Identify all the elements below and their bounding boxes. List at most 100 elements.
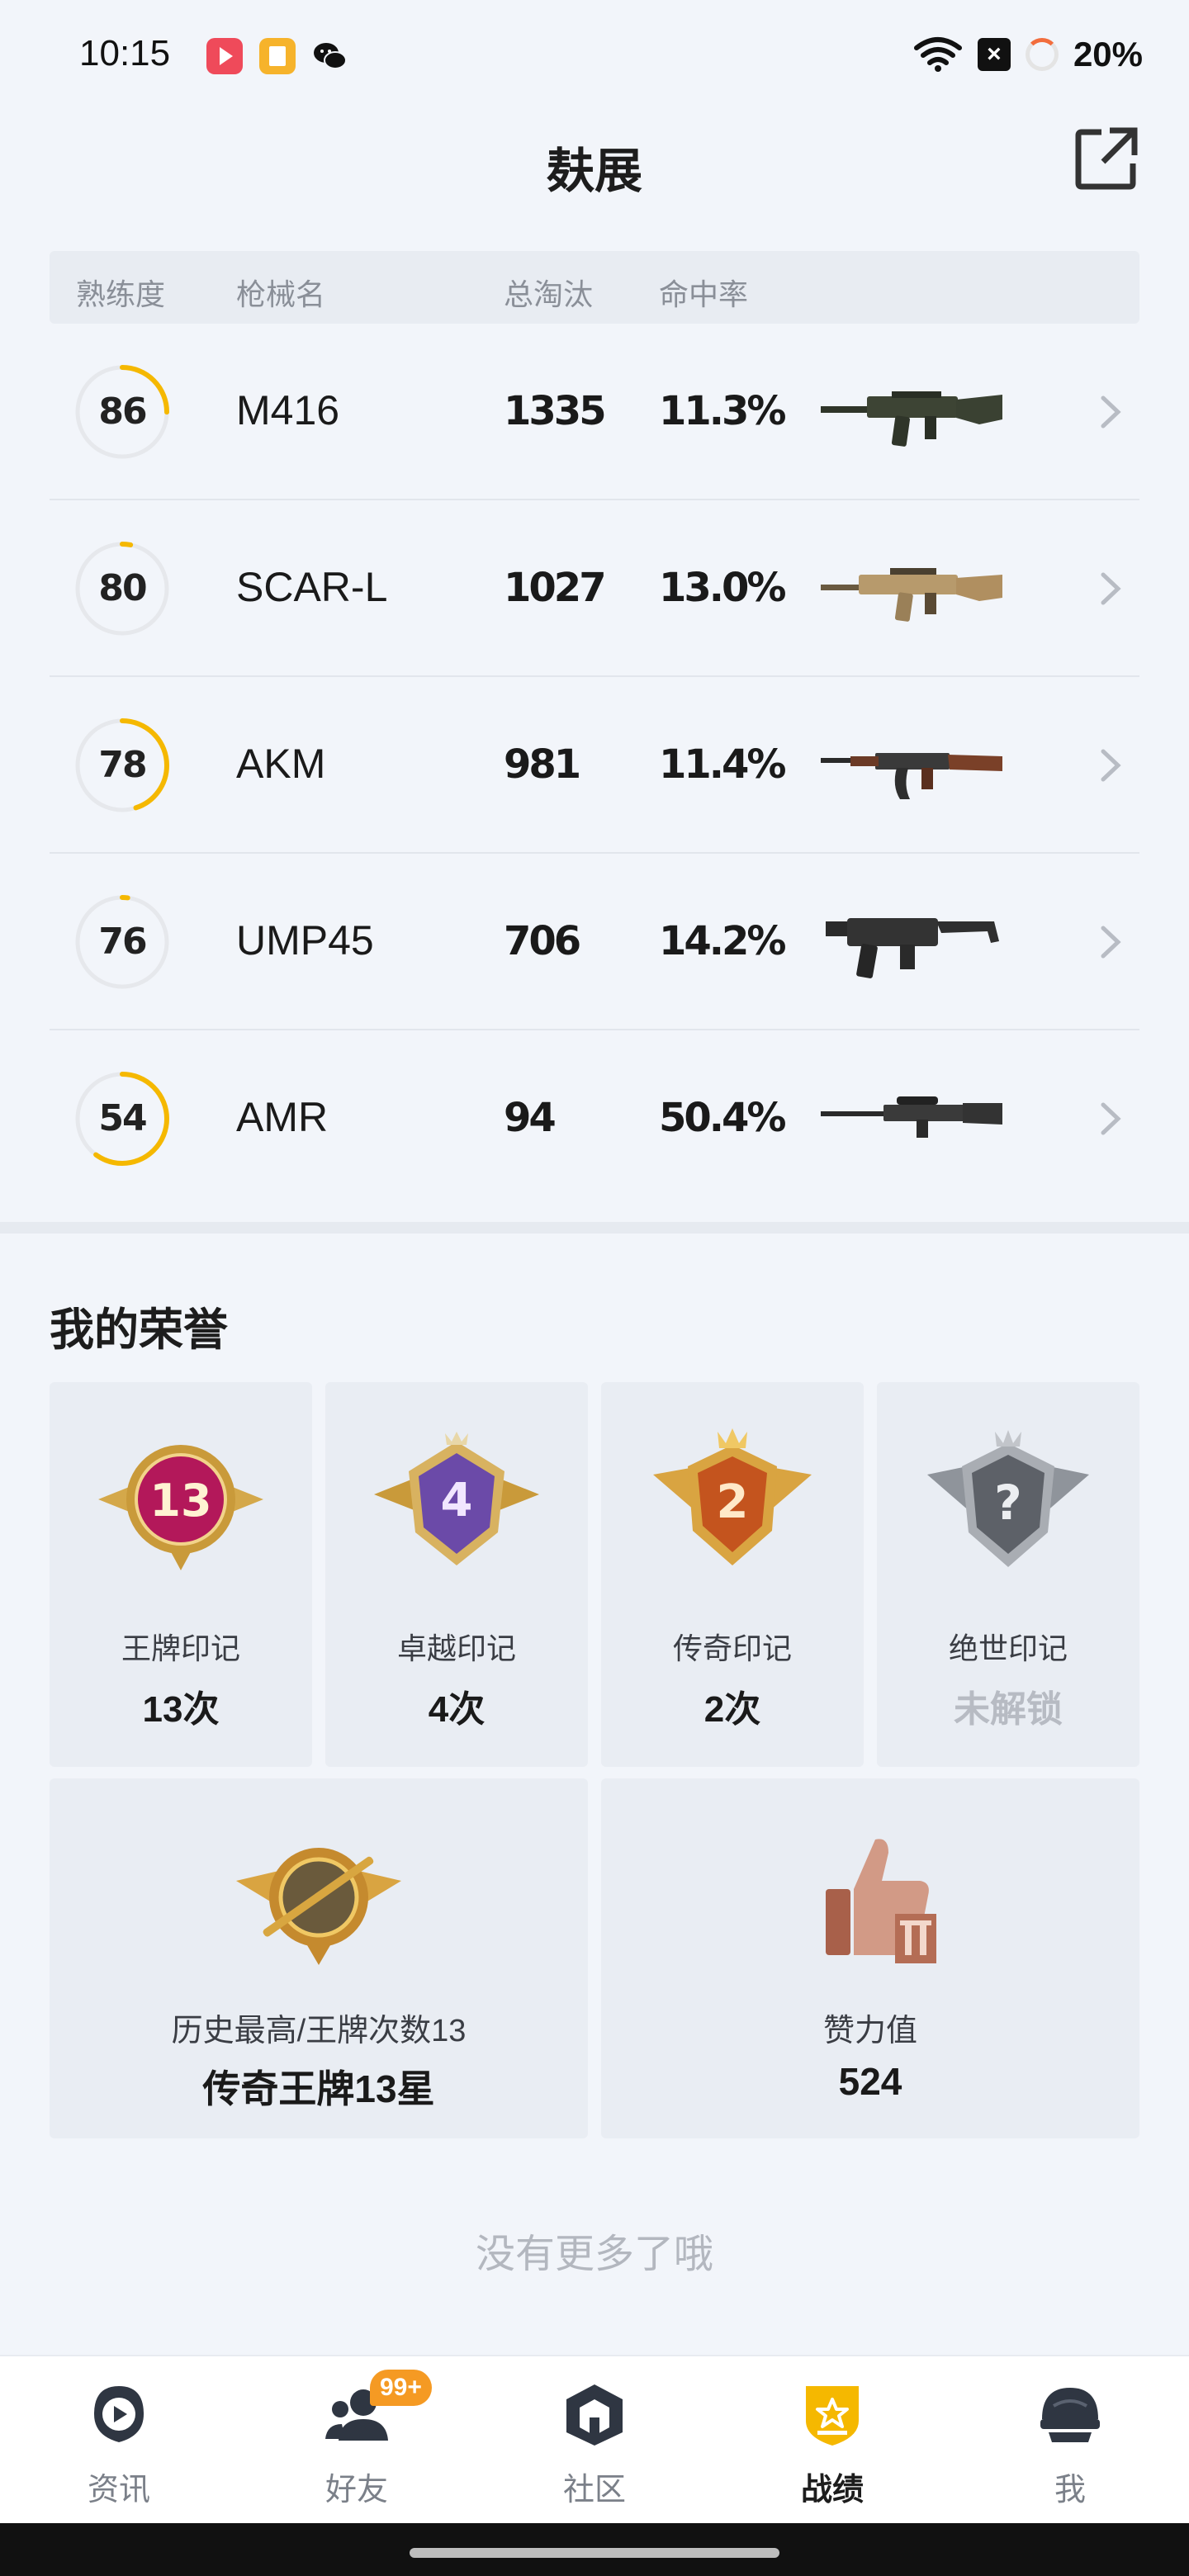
medal-badge-number: 13	[149, 1475, 211, 1527]
medal-count: 4次	[428, 1689, 486, 1730]
likes-card[interactable]: 赞力值 524	[601, 1778, 1139, 2138]
excellence-mark-medal-icon: 4	[374, 1432, 539, 1565]
bottom-nav: 资讯 99+ 好友 社区 战绩 我	[0, 2355, 1189, 2523]
medal-card[interactable]: 13 王牌印记 13次	[50, 1382, 312, 1767]
profile-helmet-icon	[1040, 2388, 1100, 2442]
medal-badge-number: ?	[994, 1475, 1022, 1531]
wechat-icon	[312, 38, 348, 74]
legend-mark-medal-icon: 2	[653, 1428, 812, 1565]
record-shield-icon	[806, 2386, 859, 2446]
ace-mark-medal-icon: 13	[98, 1445, 263, 1570]
nav-label: 资讯	[87, 2473, 150, 2507]
weapon-row[interactable]: 76 UMP45 706 14.2%	[50, 854, 1139, 1030]
gun-name: AMR	[236, 1094, 329, 1140]
gun-accuracy: 11.4%	[659, 741, 787, 788]
gun-accuracy: 50.4%	[659, 1095, 787, 1141]
chevron-right-icon	[1101, 926, 1121, 959]
nav-community[interactable]: 社区	[476, 2356, 713, 2525]
mastery-value: 78	[98, 744, 147, 786]
wifi-icon	[913, 37, 962, 72]
medal-grid: 13 王牌印记 13次 4 卓越印记 4次 2 传奇印记 2次 ? 绝世印记 未…	[50, 1382, 1139, 1767]
gun-kills: 94	[504, 1095, 557, 1141]
friends-badge: 99+	[370, 2370, 432, 2406]
chevron-right-icon	[1101, 749, 1121, 782]
medal-badge-number: 4	[441, 1474, 473, 1527]
mastery-value: 54	[98, 1097, 147, 1139]
news-play-icon	[94, 2386, 144, 2442]
weapon-row[interactable]: 80 SCAR-L 1027 13.0%	[50, 500, 1139, 677]
nav-label: 我	[1054, 2473, 1086, 2507]
gun-name: UMP45	[236, 917, 374, 964]
medal-card[interactable]: 2 传奇印记 2次	[601, 1382, 864, 1767]
gun-kills: 981	[504, 741, 581, 788]
no-sim-icon: ×	[977, 38, 1011, 71]
nav-label: 好友	[324, 2473, 388, 2507]
mastery-ring: 78	[73, 716, 172, 815]
weapon-table-header: 熟练度 枪械名 总淘汰 命中率	[50, 251, 1139, 324]
chevron-right-icon	[1101, 395, 1121, 429]
weapon-row[interactable]: 78 AKM 981 11.4%	[50, 677, 1139, 854]
chevron-right-icon	[1101, 1102, 1121, 1135]
mastery-ring: 54	[73, 1069, 172, 1168]
gun-kills: 1335	[504, 388, 607, 434]
highest-rank-medal-icon	[236, 1848, 401, 1965]
mastery-value: 76	[98, 921, 147, 963]
nav-news[interactable]: 资讯	[0, 2356, 238, 2525]
reader-app-icon	[259, 38, 296, 74]
m416-rifle-icon	[821, 391, 1002, 447]
nav-record[interactable]: 战绩	[713, 2356, 951, 2525]
medal-card[interactable]: 4 卓越印记 4次	[325, 1382, 588, 1767]
status-time: 10:15	[79, 33, 171, 73]
medal-count: 2次	[703, 1689, 761, 1730]
thumbs-up-icon	[826, 1839, 936, 1963]
video-app-icon	[206, 38, 243, 74]
highest-rank-value: 传奇王牌13星	[202, 2067, 435, 2110]
header-mastery: 熟练度	[76, 277, 166, 311]
scar-l-rifle-icon	[821, 568, 1002, 622]
ump45-smg-icon	[826, 918, 999, 978]
mastery-ring: 80	[73, 539, 172, 638]
likes-value: 524	[838, 2060, 902, 2103]
honors-title: 我的荣誉	[50, 1305, 228, 1355]
header-accuracy: 命中率	[659, 277, 749, 311]
honor-stats: 历史最高/王牌次数13 传奇王牌13星 赞力值 524	[50, 1778, 1139, 2138]
gun-accuracy: 11.3%	[659, 388, 787, 434]
battery-level: 20%	[1073, 35, 1143, 73]
header-kills: 总淘汰	[504, 277, 594, 311]
gun-accuracy: 14.2%	[659, 918, 787, 964]
medal-name: 绝世印记	[948, 1631, 1068, 1665]
medal-count: 未解锁	[954, 1689, 1063, 1730]
chevron-right-icon	[1101, 572, 1121, 605]
mastery-ring: 76	[73, 893, 172, 992]
nav-label: 战绩	[800, 2473, 864, 2507]
nav-label: 社区	[562, 2473, 626, 2507]
peerless-mark-medal-icon: ?	[927, 1430, 1089, 1567]
gun-name: SCAR-L	[236, 564, 388, 610]
nav-friends[interactable]: 99+ 好友	[238, 2356, 476, 2525]
medal-count: 13次	[142, 1689, 220, 1730]
gun-accuracy: 13.0%	[659, 565, 787, 611]
home-indicator[interactable]	[410, 2548, 779, 2558]
share-button[interactable]	[1073, 125, 1139, 192]
gun-kills: 1027	[504, 565, 607, 611]
battle-record-page: 10:15 × 20% 麸展 熟练度 枪械名 总淘汰 命中率 86 M416 1…	[0, 0, 1189, 2576]
likes-label: 赞力值	[822, 2014, 917, 2048]
gun-name: AKM	[236, 741, 326, 787]
medal-name: 传奇印记	[672, 1631, 792, 1665]
medal-name: 卓越印记	[396, 1631, 516, 1665]
end-of-list-text: 没有更多了哦	[475, 2233, 713, 2276]
medal-name: 王牌印记	[121, 1631, 240, 1665]
nav-me[interactable]: 我	[951, 2356, 1189, 2525]
external-link-icon	[1075, 127, 1138, 190]
gun-kills: 706	[504, 918, 581, 964]
mastery-value: 80	[98, 567, 147, 609]
weapon-row[interactable]: 54 AMR 94 50.4%	[50, 1030, 1139, 1207]
status-bar: 10:15 × 20%	[0, 0, 1189, 116]
mastery-value: 86	[98, 391, 147, 433]
medal-card[interactable]: ? 绝世印记 未解锁	[877, 1382, 1139, 1767]
highest-rank-label: 历史最高/王牌次数13	[171, 2014, 467, 2048]
highest-rank-card[interactable]: 历史最高/王牌次数13 传奇王牌13星	[50, 1778, 588, 2138]
status-indicators: × 20%	[913, 30, 1143, 79]
akm-rifle-icon	[821, 753, 1002, 799]
weapon-row[interactable]: 86 M416 1335 11.3%	[50, 324, 1139, 500]
